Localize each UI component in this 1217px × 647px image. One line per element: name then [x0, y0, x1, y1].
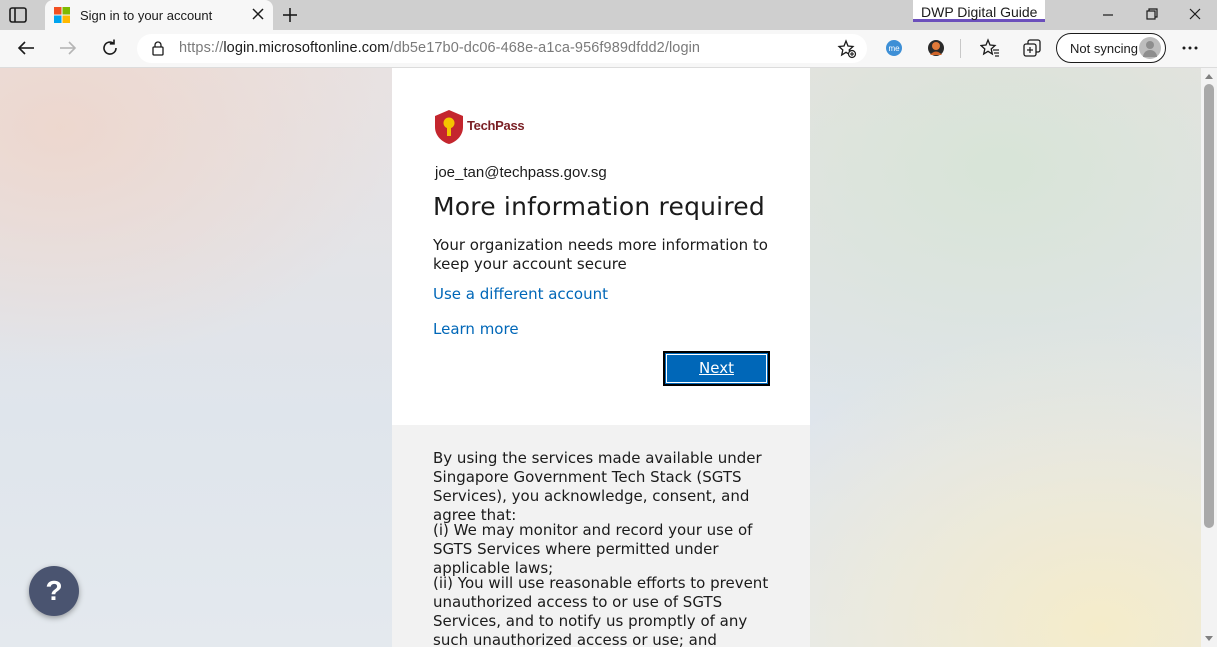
use-different-account-link[interactable]: Use a different account [433, 285, 608, 303]
collections-icon[interactable] [1022, 38, 1042, 58]
avatar [1139, 37, 1161, 59]
more-options-icon[interactable] [1180, 38, 1200, 58]
page-description: Your organization needs more information… [433, 236, 768, 273]
techpass-shield-icon [435, 110, 463, 144]
signin-card: TechPass joe_tan@techpass.gov.sg More in… [392, 68, 810, 425]
scroll-down-arrow-icon[interactable] [1205, 636, 1213, 641]
tab-actions-icon[interactable] [9, 7, 27, 23]
refresh-icon[interactable] [100, 38, 120, 58]
browser-toolbar: https://login.microsoftonline.com/db5e17… [0, 30, 1217, 68]
microsoft-logo-icon [54, 7, 70, 23]
toolbar-divider [960, 39, 961, 58]
address-bar[interactable]: https://login.microsoftonline.com/db5e17… [137, 34, 867, 63]
page-title: More information required [433, 192, 765, 221]
favorites-icon[interactable] [980, 38, 1000, 58]
scroll-up-arrow-icon[interactable] [1205, 74, 1213, 79]
forward-arrow-icon[interactable] [58, 38, 78, 58]
notice-paragraph-1: By using the services made available und… [433, 449, 762, 524]
scrollbar-thumb[interactable] [1204, 84, 1214, 528]
url-path: /db5e17b0-dc06-468e-a1ca-956f989dfdd2/lo… [389, 40, 701, 56]
url-host: login.microsoftonline.com [223, 40, 390, 56]
logo-text: TechPass [467, 118, 525, 133]
terms-notice: By using the services made available und… [392, 425, 810, 647]
notice-paragraph-2: (i) We may monitor and record your use o… [433, 521, 753, 577]
me-extension-label: me [888, 44, 900, 53]
techpass-logo: TechPass [433, 109, 525, 145]
add-favorite-star-icon[interactable] [837, 39, 857, 59]
close-tab-icon[interactable] [251, 7, 265, 21]
url-text[interactable]: https://login.microsoftonline.com/db5e17… [179, 40, 700, 56]
back-arrow-icon[interactable] [16, 38, 36, 58]
browser-title-bar: Sign in to your account DWP Digital Guid… [0, 0, 1217, 30]
learn-more-link[interactable]: Learn more [433, 320, 519, 338]
notice-paragraph-3: (ii) You will use reasonable efforts to … [433, 574, 769, 647]
me-extension-icon[interactable]: me [884, 38, 904, 58]
lock-icon[interactable] [150, 40, 166, 56]
next-button[interactable]: Next [663, 351, 770, 386]
restore-window-icon[interactable] [1145, 7, 1159, 21]
browser-tab-active[interactable]: Sign in to your account [45, 0, 273, 30]
sync-status-label: Not syncing [1070, 41, 1138, 56]
page-viewport: TechPass joe_tan@techpass.gov.sg More in… [0, 68, 1201, 647]
dwp-digital-guide-badge[interactable]: DWP Digital Guide [913, 0, 1046, 22]
page-scrollbar[interactable] [1201, 68, 1217, 647]
help-button[interactable]: ? [29, 566, 79, 616]
profile-extension-icon[interactable] [926, 38, 946, 58]
url-prefix: https:// [179, 40, 224, 56]
tab-title: Sign in to your account [80, 8, 213, 23]
new-tab-icon[interactable] [281, 6, 299, 24]
account-identity: joe_tan@techpass.gov.sg [435, 164, 607, 181]
profile-sync-button[interactable]: Not syncing [1056, 33, 1166, 63]
minimize-icon[interactable] [1101, 8, 1115, 22]
close-window-icon[interactable] [1188, 7, 1202, 21]
